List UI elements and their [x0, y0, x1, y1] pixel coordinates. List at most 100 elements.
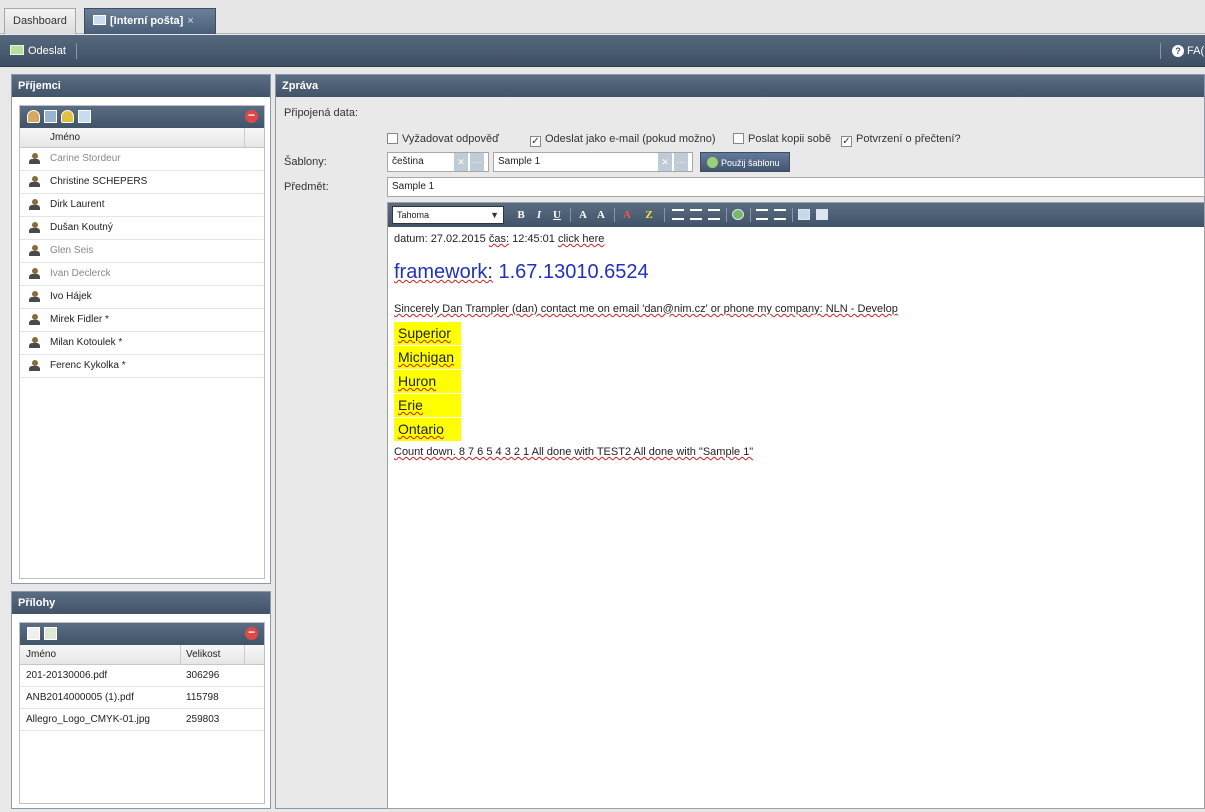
- address-book-icon[interactable]: [44, 110, 57, 123]
- attachment-name: Allegro_Logo_CMYK-01.jpg: [26, 714, 150, 725]
- time-value: 12:45:01: [512, 233, 555, 245]
- highlight-color-icon[interactable]: Z: [642, 207, 656, 223]
- recipients-list: Carine Stordeur Christine SCHEPERS Dirk La…: [20, 148, 264, 378]
- option-checkbox[interactable]: Poslat kopii sobě: [733, 133, 831, 145]
- recipient-name: Dirk Laurent: [50, 199, 105, 210]
- clear-template-icon[interactable]: ✕: [658, 153, 672, 171]
- recipient-name: Ivan Declerck: [50, 268, 111, 279]
- option-checkbox[interactable]: Vyžadovat odpověď: [387, 133, 499, 145]
- recipients-column-header[interactable]: Jméno: [20, 128, 264, 148]
- clear-language-icon[interactable]: ✕: [454, 153, 468, 171]
- align-center-icon[interactable]: [690, 209, 702, 220]
- superscript-icon[interactable]: A: [576, 207, 590, 223]
- language-select[interactable]: čeština ✕ ⋯: [387, 152, 489, 172]
- add-file-icon[interactable]: [27, 627, 40, 640]
- attachments-col-size: Velikost: [186, 649, 221, 660]
- user-icon: [29, 291, 40, 303]
- font-family-select[interactable]: Tahoma ▼: [392, 206, 504, 224]
- insert-link-icon[interactable]: [732, 209, 744, 220]
- recipient-row[interactable]: Dirk Laurent: [20, 194, 264, 217]
- language-dropdown-icon[interactable]: ⋯: [470, 153, 484, 171]
- send-button[interactable]: Odeslat: [10, 42, 66, 60]
- recipient-row[interactable]: Christine SCHEPERS: [20, 171, 264, 194]
- option-checkbox[interactable]: ✓ Potvrzení o přečtení?: [841, 133, 961, 147]
- add-user-icon[interactable]: [27, 110, 40, 123]
- faq-button[interactable]: ? FA(: [1172, 42, 1204, 60]
- attachment-row[interactable]: ANB2014000005 (1).pdf 115798: [20, 687, 264, 709]
- recipients-grid-toolbar: −: [20, 106, 264, 128]
- checkbox-icon[interactable]: [387, 133, 398, 144]
- bullet-list-icon[interactable]: [774, 209, 786, 220]
- bold-icon[interactable]: B: [514, 207, 528, 223]
- lake-item: Superior: [394, 322, 1198, 346]
- add-document-icon[interactable]: [44, 627, 57, 640]
- add-group-icon[interactable]: [61, 110, 74, 123]
- click-here-link[interactable]: click here: [558, 233, 604, 245]
- attachments-grid: − Jméno Velikost 201-20130006.pdf 306296 A…: [19, 622, 265, 804]
- recipient-row[interactable]: Mirek Fidler *: [20, 309, 264, 332]
- recipient-row[interactable]: Glen Seis: [20, 240, 264, 263]
- attachment-size: 115798: [186, 692, 219, 703]
- email-icon[interactable]: [78, 110, 91, 123]
- align-right-icon[interactable]: [708, 209, 720, 220]
- tab-internal-mail[interactable]: [Interní pošta] ×: [84, 8, 216, 34]
- italic-icon[interactable]: I: [532, 207, 546, 223]
- user-icon: [29, 337, 40, 349]
- template-select[interactable]: Sample 1 ✕ ⋯: [493, 152, 693, 172]
- checkbox-icon[interactable]: ✓: [530, 136, 541, 147]
- subscript-icon[interactable]: A: [594, 207, 608, 223]
- date-line: datum: 27.02.2015 čas: 12:45:01 click he…: [394, 233, 1198, 249]
- subject-value: Sample 1: [392, 181, 435, 192]
- attachment-name: 201-20130006.pdf: [26, 670, 108, 681]
- tab-dashboard[interactable]: Dashboard: [4, 8, 76, 34]
- signature-line: Sincerely Dan Trampler (dan) contact me …: [394, 303, 898, 315]
- recipient-row[interactable]: Ivan Declerck: [20, 263, 264, 286]
- editor-content[interactable]: datum: 27.02.2015 čas: 12:45:01 click he…: [388, 227, 1204, 464]
- source-edit-icon[interactable]: [816, 209, 828, 220]
- attachment-size: 259803: [186, 714, 220, 725]
- apply-template-button[interactable]: Použij šablonu: [700, 152, 790, 172]
- remove-recipient-icon[interactable]: −: [245, 109, 258, 123]
- recipient-row[interactable]: Ferenc Kykolka *: [20, 355, 264, 378]
- underline-icon[interactable]: U: [550, 207, 564, 223]
- insert-image-icon[interactable]: [798, 209, 810, 220]
- checkbox-icon[interactable]: ✓: [841, 136, 852, 147]
- recipient-row[interactable]: Carine Stordeur: [20, 148, 264, 171]
- template-dropdown-icon[interactable]: ⋯: [674, 153, 688, 171]
- message-editor[interactable]: Tahoma ▼ B I U A A A Z datum: 27.02.2015 …: [387, 202, 1205, 809]
- font-color-icon[interactable]: A: [620, 207, 634, 223]
- recipient-row[interactable]: Ivo Hájek: [20, 286, 264, 309]
- lakes-list: Superior Michigan Huron Erie Ontario: [394, 322, 1198, 442]
- attachment-row[interactable]: 201-20130006.pdf 306296: [20, 665, 264, 687]
- recipient-name: Ivo Hájek: [50, 291, 92, 302]
- attachments-column-header[interactable]: Jméno Velikost: [20, 645, 264, 665]
- apply-template-label: Použij šablonu: [721, 158, 780, 168]
- toolbar-separator: [1160, 43, 1161, 59]
- user-icon: [29, 199, 40, 211]
- files-list: 201-20130006.pdf 306296 ANB2014000005 (1).…: [20, 665, 264, 731]
- subject-input[interactable]: Sample 1: [387, 177, 1205, 197]
- attached-data-label: Připojená data:: [284, 107, 358, 119]
- checkbox-icon[interactable]: [733, 133, 744, 144]
- recipient-name: Christine SCHEPERS: [50, 176, 148, 187]
- framework-version: 1.67.13010.6524: [498, 261, 649, 283]
- attachment-name: ANB2014000005 (1).pdf: [26, 692, 134, 703]
- close-tab-icon[interactable]: ×: [187, 15, 193, 27]
- recipient-row[interactable]: Milan Kotoulek *: [20, 332, 264, 355]
- option-checkbox[interactable]: ✓ Odeslat jako e-mail (pokud možno): [530, 133, 716, 147]
- subject-label: Předmět:: [284, 181, 329, 193]
- user-icon: [29, 153, 40, 165]
- recipient-row[interactable]: Dušan Koutný: [20, 217, 264, 240]
- highlighted-lake: Erie: [394, 394, 461, 417]
- remove-attachment-icon[interactable]: −: [245, 626, 258, 640]
- user-icon: [29, 245, 40, 257]
- date-value: 27.02.2015: [430, 233, 486, 245]
- numbered-list-icon[interactable]: [756, 209, 768, 220]
- align-left-icon[interactable]: [672, 209, 684, 220]
- lake-item: Michigan: [394, 346, 1198, 370]
- attachment-row[interactable]: Allegro_Logo_CMYK-01.jpg 259803: [20, 709, 264, 731]
- editor-toolbar: Tahoma ▼ B I U A A A Z: [388, 203, 1204, 227]
- tab-bar: Dashboard [Interní pošta] ×: [0, 0, 1205, 34]
- recipient-name: Mirek Fidler *: [50, 314, 109, 325]
- apply-template-icon: [707, 157, 718, 168]
